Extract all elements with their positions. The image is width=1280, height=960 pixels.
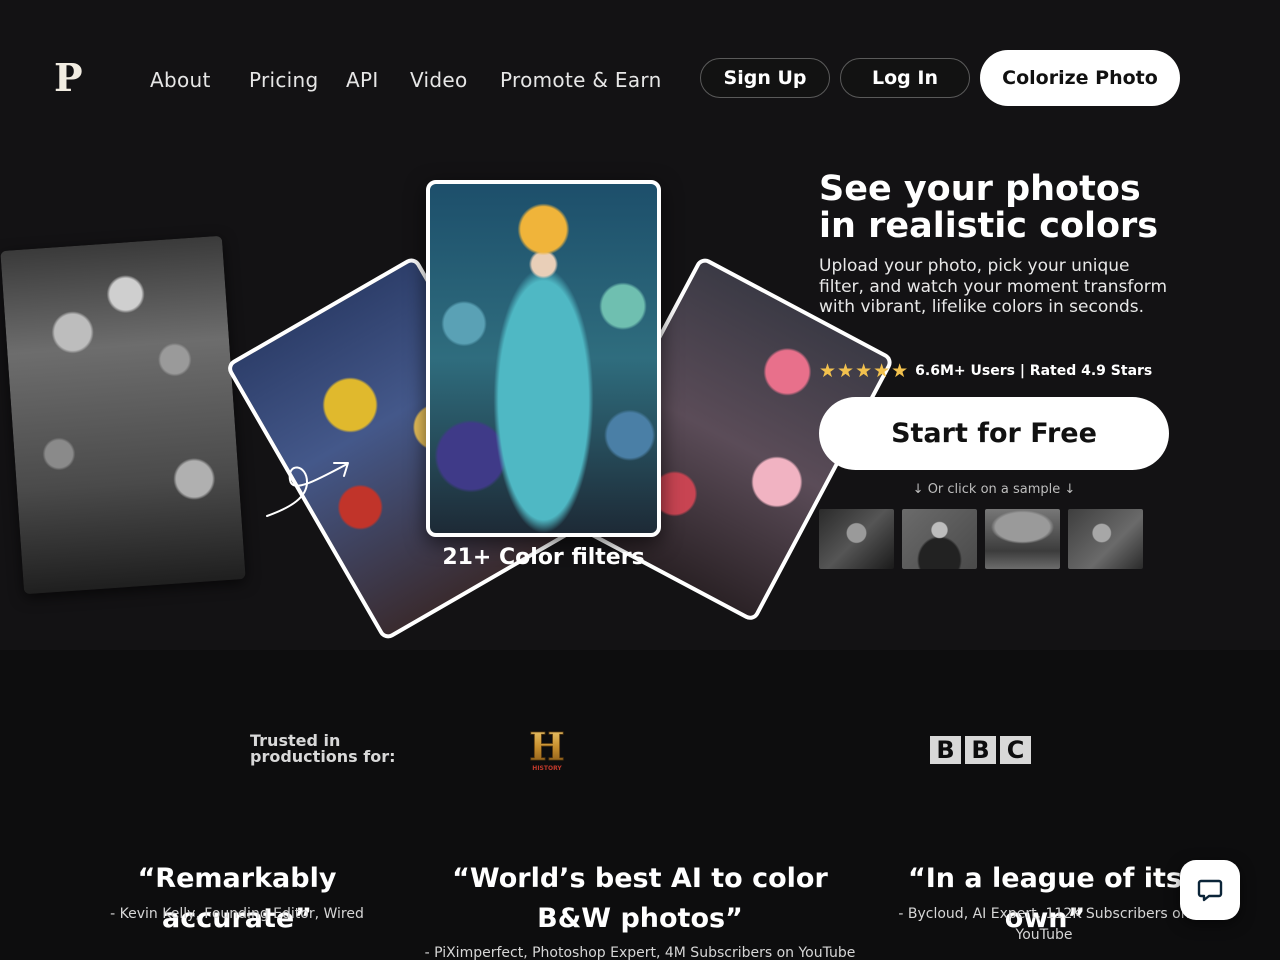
sample-thumbnail[interactable] [819, 509, 894, 569]
signup-button[interactable]: Sign Up [700, 58, 830, 98]
trusted-label: Trusted in productions for: [250, 733, 410, 765]
quote-text: “Remarkably accurate” [137, 863, 337, 934]
rating-text: 6.6M+ Users | Rated 4.9 Stars [915, 363, 1153, 379]
hero-title-line1: See your photos [819, 169, 1141, 209]
quote-attribution: - PiXimperfect, Photoshop Expert, 4M Sub… [424, 945, 856, 960]
nav-link-api[interactable]: API [346, 68, 379, 92]
star-rating-icon: ★★★★★ [819, 360, 910, 382]
login-button[interactable]: Log In [840, 58, 970, 98]
colorize-photo-button[interactable]: Colorize Photo [980, 50, 1180, 106]
bbc-logo: B B C [930, 736, 1031, 764]
sample-hint: ↓ Or click on a sample ↓ [912, 482, 1076, 497]
quote-text: “World’s best AI to color B&W photos” [452, 863, 828, 934]
arrow-icon [266, 462, 349, 517]
chat-widget-button[interactable] [1180, 860, 1240, 920]
bbc-letter: B [930, 736, 961, 764]
sample-thumbnails [819, 509, 1143, 569]
sample-thumbnail[interactable] [1068, 509, 1143, 569]
chat-icon [1197, 879, 1223, 902]
nav-link-pricing[interactable]: Pricing [249, 68, 319, 92]
nav-link-about[interactable]: About [150, 68, 211, 92]
sample-thumbnail[interactable] [985, 509, 1060, 569]
nav-link-video[interactable]: Video [410, 68, 468, 92]
history-logo: H HISTORY [529, 726, 566, 772]
quote-attribution: - Kevin Kelly, Founding Editor, Wired [110, 906, 364, 922]
logo[interactable]: P [54, 58, 83, 98]
hero-subtitle: Upload your photo, pick your unique filt… [819, 256, 1168, 318]
filter-preview-center [426, 180, 661, 537]
history-logo-word: HISTORY [532, 765, 562, 772]
sample-thumbnail[interactable] [902, 509, 977, 569]
quote-attribution: - Bycloud, AI Expert, 112K Subscribers o… [898, 906, 1190, 943]
bbc-letter: C [1000, 736, 1031, 764]
bw-sample-photo [0, 235, 246, 595]
nav-link-promote[interactable]: Promote & Earn [500, 68, 662, 92]
hero-title-line2: in realistic colors [819, 206, 1159, 246]
history-logo-letter: H [529, 726, 565, 769]
color-filters-label: 21+ Color filters [442, 545, 645, 570]
bbc-letter: B [965, 736, 996, 764]
trusted-label-line2: productions for: [250, 747, 396, 766]
start-free-button[interactable]: Start for Free [819, 397, 1169, 470]
hero-title: See your photos in realistic colors [819, 171, 1219, 245]
rating-row: ★★★★★ 6.6M+ Users | Rated 4.9 Stars [819, 360, 1152, 382]
